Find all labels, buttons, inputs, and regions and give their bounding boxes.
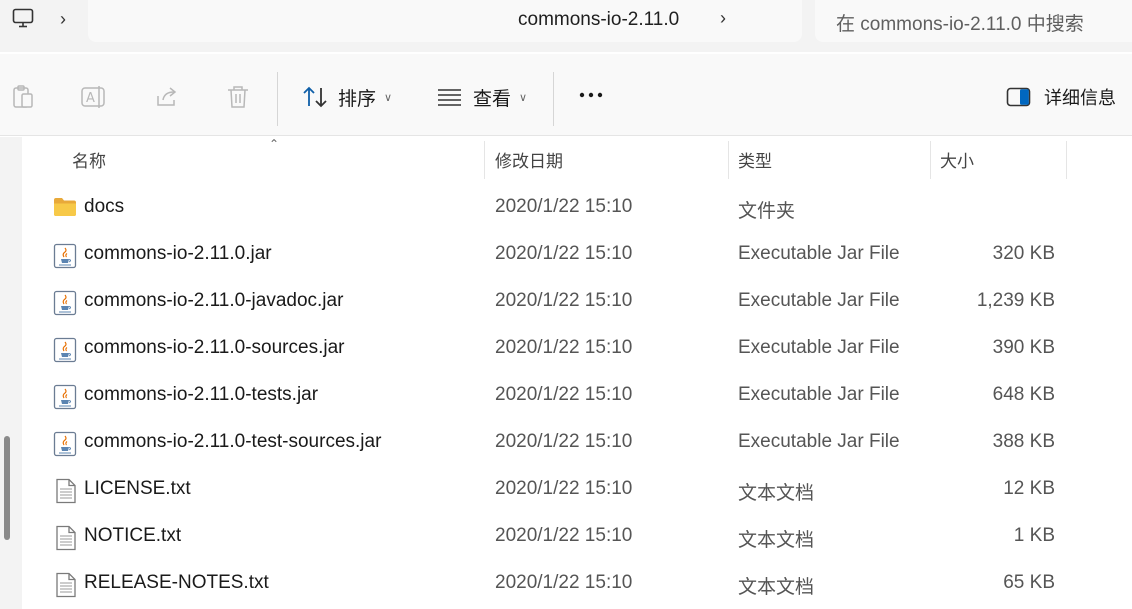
- chevron-down-icon: ∨: [519, 91, 528, 104]
- sort-label: 排序: [338, 88, 377, 110]
- file-type: Executable Jar File: [738, 243, 900, 264]
- view-button[interactable]: 查看 ∨: [437, 82, 527, 112]
- jar-file-icon: [53, 290, 77, 316]
- jar-file-icon: [53, 337, 77, 363]
- file-name: LICENSE.txt: [84, 478, 191, 499]
- delete-icon[interactable]: [225, 84, 251, 110]
- address-bar: › commons-io-2.11.0 › 在 commons-io-2.11.…: [0, 0, 1132, 52]
- column-divider[interactable]: [728, 141, 729, 179]
- file-modified-date: 2020/1/22 15:10: [495, 196, 633, 217]
- chevron-down-icon: ∨: [384, 91, 393, 104]
- file-type: 文本文档: [738, 530, 815, 551]
- file-modified-date: 2020/1/22 15:10: [495, 525, 633, 546]
- file-row[interactable]: commons-io-2.11.0-javadoc.jar 2020/1/22 1…: [22, 278, 1132, 325]
- sort-button[interactable]: 排序 ∨: [302, 82, 392, 112]
- file-modified-date: 2020/1/22 15:10: [495, 384, 633, 405]
- file-name: commons-io-2.11.0-test-sources.jar: [84, 431, 382, 452]
- file-type: Executable Jar File: [738, 431, 900, 452]
- column-divider[interactable]: [1066, 141, 1067, 179]
- sort-icon: [303, 86, 327, 108]
- file-type: Executable Jar File: [738, 384, 900, 405]
- file-name: RELEASE-NOTES.txt: [84, 572, 269, 593]
- this-pc-icon[interactable]: [12, 8, 34, 28]
- share-icon[interactable]: [154, 84, 180, 110]
- column-divider[interactable]: [484, 141, 485, 179]
- file-name: commons-io-2.11.0-javadoc.jar: [84, 290, 344, 311]
- file-modified-date: 2020/1/22 15:10: [495, 243, 633, 264]
- text-file-icon: [55, 478, 79, 504]
- text-file-icon: [55, 525, 79, 551]
- view-icon: [438, 89, 461, 106]
- file-size: 390 KB: [992, 337, 1055, 358]
- file-row[interactable]: RELEASE-NOTES.txt 2020/1/22 15:10 文本文档 65 K…: [22, 560, 1132, 607]
- file-size: 648 KB: [992, 384, 1055, 405]
- jar-file-icon: [53, 384, 77, 410]
- file-type: 文本文档: [738, 577, 815, 598]
- file-list: docs 2020/1/22 15:10 文件夹 commons-io-2.11.0…: [22, 184, 1132, 607]
- file-modified-date: 2020/1/22 15:10: [495, 290, 633, 311]
- svg-text:A: A: [86, 91, 95, 106]
- file-row[interactable]: commons-io-2.11.0-sources.jar 2020/1/22 1…: [22, 325, 1132, 372]
- scrollbar-thumb[interactable]: [4, 436, 10, 540]
- file-row[interactable]: NOTICE.txt 2020/1/22 15:10 文本文档 1 KB: [22, 513, 1132, 560]
- details-label: 详细信息: [1044, 88, 1116, 108]
- column-header-date[interactable]: 修改日期: [495, 147, 563, 172]
- command-bar: A 排序 ∨ 查看 ∨ 详细信息: [0, 54, 1132, 136]
- file-type: Executable Jar File: [738, 337, 900, 358]
- paste-icon[interactable]: [10, 84, 36, 110]
- more-options-icon[interactable]: [578, 84, 606, 106]
- file-size: 65 KB: [1003, 572, 1055, 593]
- breadcrumb-chevron-icon[interactable]: ›: [60, 9, 76, 29]
- file-row[interactable]: commons-io-2.11.0.jar 2020/1/22 15:10 Exec…: [22, 231, 1132, 278]
- file-row[interactable]: LICENSE.txt 2020/1/22 15:10 文本文档 12 KB: [22, 466, 1132, 513]
- file-modified-date: 2020/1/22 15:10: [495, 431, 633, 452]
- file-name: commons-io-2.11.0-sources.jar: [84, 337, 345, 358]
- folder-icon: [53, 196, 77, 220]
- toolbar-divider: [277, 72, 278, 126]
- file-modified-date: 2020/1/22 15:10: [495, 337, 633, 358]
- file-size: 1 KB: [1013, 525, 1055, 546]
- file-size: 320 KB: [992, 243, 1055, 264]
- column-header-row: ⌃ 名称 修改日期 类型 大小: [22, 137, 1132, 179]
- rename-icon[interactable]: A: [80, 84, 106, 110]
- breadcrumb-chevron-icon[interactable]: ›: [720, 8, 726, 29]
- file-row[interactable]: commons-io-2.11.0-test-sources.jar 2020/1…: [22, 419, 1132, 466]
- file-modified-date: 2020/1/22 15:10: [495, 478, 633, 499]
- file-size: 12 KB: [1003, 478, 1055, 499]
- file-row[interactable]: commons-io-2.11.0-tests.jar 2020/1/22 15:…: [22, 372, 1132, 419]
- file-type: Executable Jar File: [738, 290, 900, 311]
- file-size: 1,239 KB: [976, 290, 1055, 311]
- file-name: docs: [84, 196, 125, 217]
- search-placeholder: 在 commons-io-2.11.0 中搜索: [836, 14, 1084, 35]
- file-row[interactable]: docs 2020/1/22 15:10 文件夹: [22, 184, 1132, 231]
- file-type: 文件夹: [738, 201, 796, 222]
- file-name: commons-io-2.11.0.jar: [84, 243, 272, 264]
- jar-file-icon: [53, 431, 77, 457]
- column-divider[interactable]: [930, 141, 931, 179]
- breadcrumb-item-current[interactable]: commons-io-2.11.0: [518, 9, 679, 31]
- breadcrumb[interactable]: commons-io-2.11.0 ›: [88, 0, 802, 42]
- search-input[interactable]: 在 commons-io-2.11.0 中搜索: [815, 0, 1132, 42]
- details-pane-button[interactable]: 详细信息: [1006, 83, 1116, 111]
- file-modified-date: 2020/1/22 15:10: [495, 572, 633, 593]
- details-pane-icon: [1006, 87, 1031, 107]
- file-name: NOTICE.txt: [84, 525, 182, 546]
- jar-file-icon: [53, 243, 77, 269]
- file-type: 文本文档: [738, 483, 815, 504]
- toolbar-divider: [553, 72, 554, 126]
- column-header-size[interactable]: 大小: [940, 147, 974, 172]
- view-label: 查看: [473, 88, 512, 110]
- column-header-type[interactable]: 类型: [738, 147, 772, 172]
- file-size: 388 KB: [992, 431, 1055, 452]
- file-name: commons-io-2.11.0-tests.jar: [84, 384, 319, 405]
- column-header-name[interactable]: 名称: [72, 147, 106, 172]
- sort-ascending-icon: ⌃: [269, 137, 280, 151]
- text-file-icon: [55, 572, 79, 598]
